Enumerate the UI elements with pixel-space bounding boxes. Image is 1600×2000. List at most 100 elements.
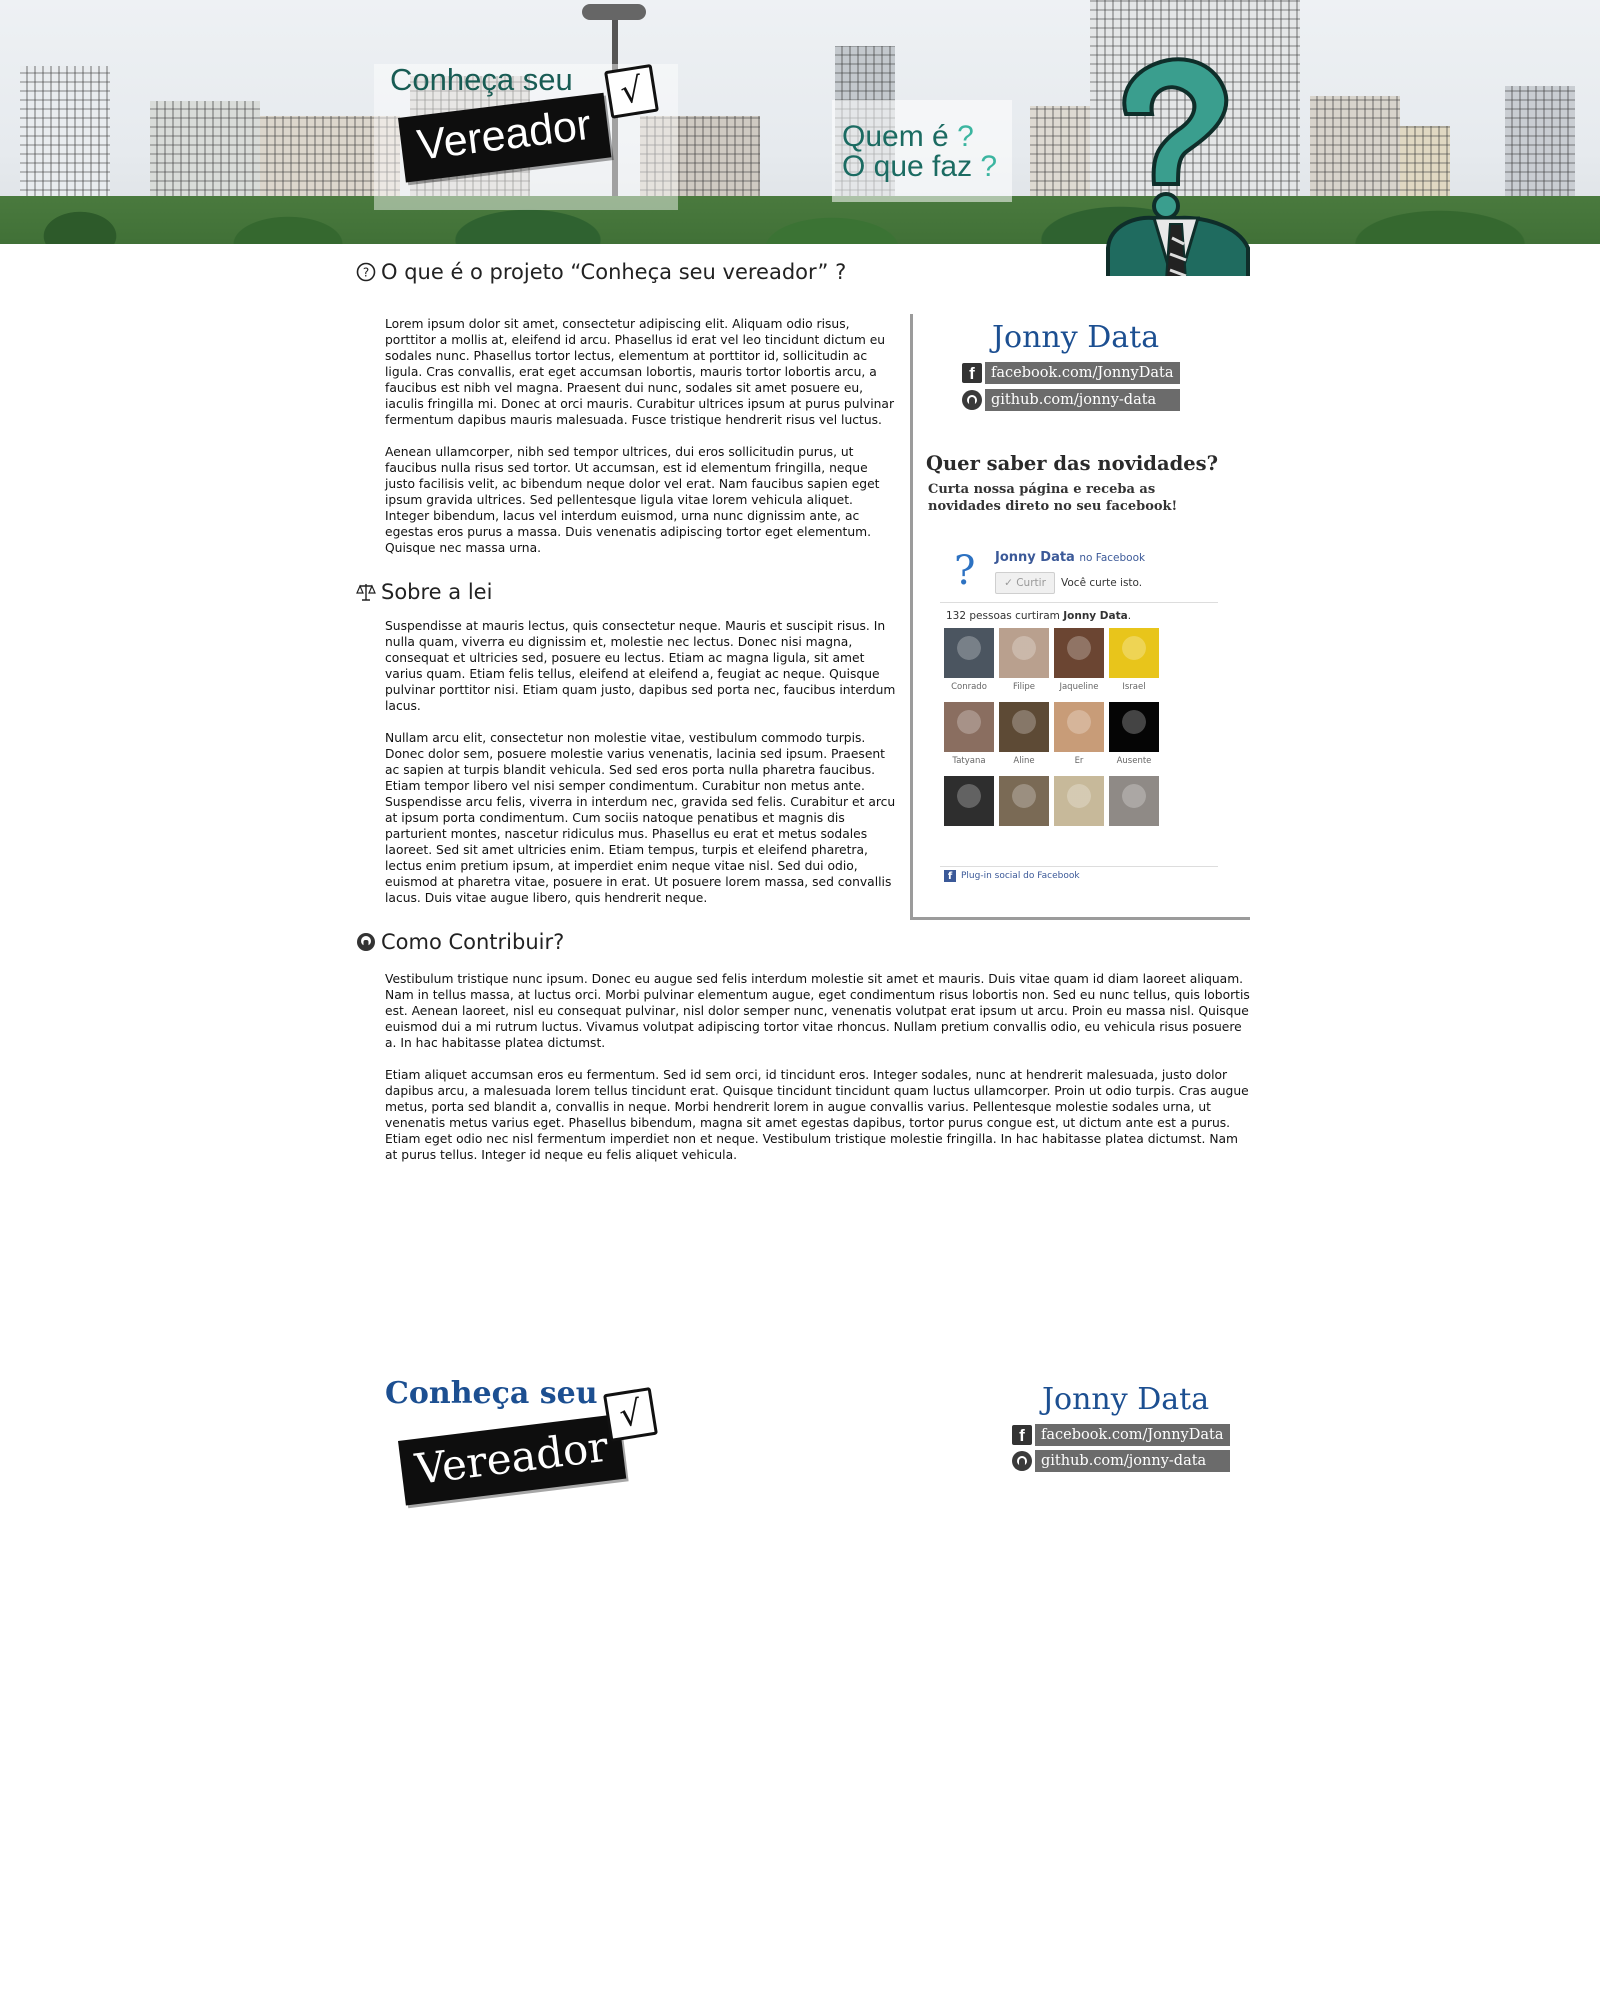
fan-face[interactable]: Bruno [999,776,1049,826]
newsletter-title: Quer saber das novidades? [926,452,1219,475]
footer-brand-name: Jonny Data [1042,1382,1210,1417]
newsletter-subtitle: Curta nossa página e receba as novidades… [928,482,1178,514]
fan-name: Tatyana [952,756,986,766]
plugin-label: Plug-in social do Facebook [961,871,1080,881]
sidebar-divider-bottom [910,917,1250,920]
scales-icon [356,584,376,601]
sidebar-facebook-link[interactable]: f facebook.com/JonnyData [962,362,1180,384]
like-button[interactable]: ✓ Curtir [995,572,1055,594]
footer-logo-line1: Conheça seu [385,1376,598,1411]
fan-name: Er [1074,756,1084,766]
check-icon: √ [603,1387,658,1442]
divider [940,602,1218,603]
fan-face[interactable]: Douglas [944,776,994,826]
github-link-label: github.com/jonny-data [985,389,1181,411]
github-icon [1012,1451,1032,1471]
fan-face[interactable]: Er [1054,702,1104,766]
fan-name: Filipe [1013,682,1035,692]
paragraph: Etiam aliquet accumsan eros eu fermentum… [385,1068,1249,1162]
sidebar-github-link[interactable]: github.com/jonny-data [962,389,1181,411]
you-like-text: Você curte isto. [1061,577,1143,589]
fb-page-suffix: no Facebook [1079,552,1146,564]
github-icon [962,390,982,410]
facebook-link-label: facebook.com/JonnyData [1035,1424,1230,1446]
section-body-law: Suspendisse at mauris lectus, quis conse… [385,618,898,922]
footer-facebook-link[interactable]: f facebook.com/JonnyData [1012,1424,1230,1446]
section-body-project: Lorem ipsum dolor sit amet, consectetur … [385,316,898,572]
fan-face[interactable]: Aline [999,702,1049,766]
tagline-line1: Quem é ? [842,120,974,154]
section-title: Sobre a lei [381,580,493,604]
fan-face[interactable]: Conrado [944,628,994,692]
like-count: 132 pessoas curtiram Jonny Data. [946,610,1131,622]
fan-avatar [1109,702,1159,752]
like-count-page: Jonny Data [1063,610,1128,622]
fan-face[interactable]: Tatyana [944,702,994,766]
divider [940,866,1218,867]
fan-avatar [999,628,1049,678]
fan-avatar [1054,702,1104,752]
paragraph: Lorem ipsum dolor sit amet, consectetur … [385,317,894,427]
fan-avatar [944,628,994,678]
svg-text:?: ? [363,266,369,280]
fan-avatar [1054,776,1104,826]
fan-name: Conrado [951,682,987,692]
paragraph: Nullam arcu elit, consectetur non molest… [385,731,896,905]
fan-name: Jaqueline [1059,682,1099,692]
question-circle-icon: ? [356,262,376,282]
sidebar-brand-name: Jonny Data [992,320,1160,355]
header-banner: Conheça seu Vereador √ Quem é ? O que fa… [0,0,1600,276]
street-lamp [582,4,646,20]
tagline-who: Quem é [842,120,949,153]
section-title: Como Contribuir? [381,930,565,954]
github-link-label: github.com/jonny-data [1035,1450,1231,1472]
logo-line1: Conheça seu [390,62,573,97]
like-count-suffix: . [1127,610,1132,622]
fan-face[interactable]: Jaqueline [1054,628,1104,692]
tagline-q2: ? [980,150,998,183]
tagline-what: O que faz [842,150,973,183]
question-mark-man-icon [1106,57,1250,276]
footer-logo-tag[interactable]: Vereador √ [398,1387,658,1506]
fb-page-name[interactable]: Jonny Data no Facebook [995,550,1145,565]
fan-avatar [999,776,1049,826]
footer-github-link[interactable]: github.com/jonny-data [1012,1450,1231,1472]
facebook-like-box: ? Jonny Data no Facebook ✓ Curtir Você c… [940,540,1218,886]
fan-avatar [1109,776,1159,826]
paragraph: Vestibulum tristique nunc ipsum. Donec e… [385,972,1250,1050]
paragraph: Aenean ullamcorper, nibh sed tempor ultr… [385,445,880,555]
sidebar-divider [910,314,913,920]
paragraph: Suspendisse at mauris lectus, quis conse… [385,619,896,713]
fan-face[interactable]: Filipe [999,628,1049,692]
facebook-link-label: facebook.com/JonnyData [985,362,1180,384]
footer-logo-line2: Vereador [398,1413,626,1506]
check-icon: √ [604,63,659,119]
fan-face[interactable]: Israel [1109,628,1159,692]
fan-face[interactable]: João Batista [1054,776,1104,826]
fan-face[interactable]: Ausente [1109,702,1159,766]
section-body-contribute: Vestibulum tristique nunc ipsum. Donec e… [385,971,1251,1179]
tagline-line2: O que faz ? [842,150,997,184]
fan-face[interactable]: Gabriel [1109,776,1159,826]
fb-page-title: Jonny Data [995,550,1075,565]
like-count-prefix: 132 pessoas curtiram [946,610,1060,622]
section-heading-contribute: Como Contribuir? [356,930,564,954]
fan-avatar [944,702,994,752]
facebook-plugin-footer[interactable]: f Plug-in social do Facebook [944,870,1080,882]
page-avatar-icon[interactable]: ? [954,548,975,594]
section-heading-project: ? O que é o projeto “Conheça seu vereado… [356,260,846,284]
fan-avatar [999,702,1049,752]
fan-name: Aline [1013,756,1035,766]
fan-avatar [1054,628,1104,678]
section-title: O que é o projeto “Conheça seu vereador”… [381,260,847,284]
facebook-icon: f [1012,1425,1032,1445]
github-icon [357,933,375,951]
facebook-icon: f [962,363,982,383]
fan-avatar [944,776,994,826]
section-heading-law: Sobre a lei [356,580,492,604]
fan-faces-grid: Conrado Filipe Jaqueline Israel Tatyana Aline… [944,628,1214,826]
fan-name: Israel [1122,682,1146,692]
fan-name: Ausente [1116,756,1152,766]
tagline-q1: ? [957,120,974,153]
fan-avatar [1109,628,1159,678]
